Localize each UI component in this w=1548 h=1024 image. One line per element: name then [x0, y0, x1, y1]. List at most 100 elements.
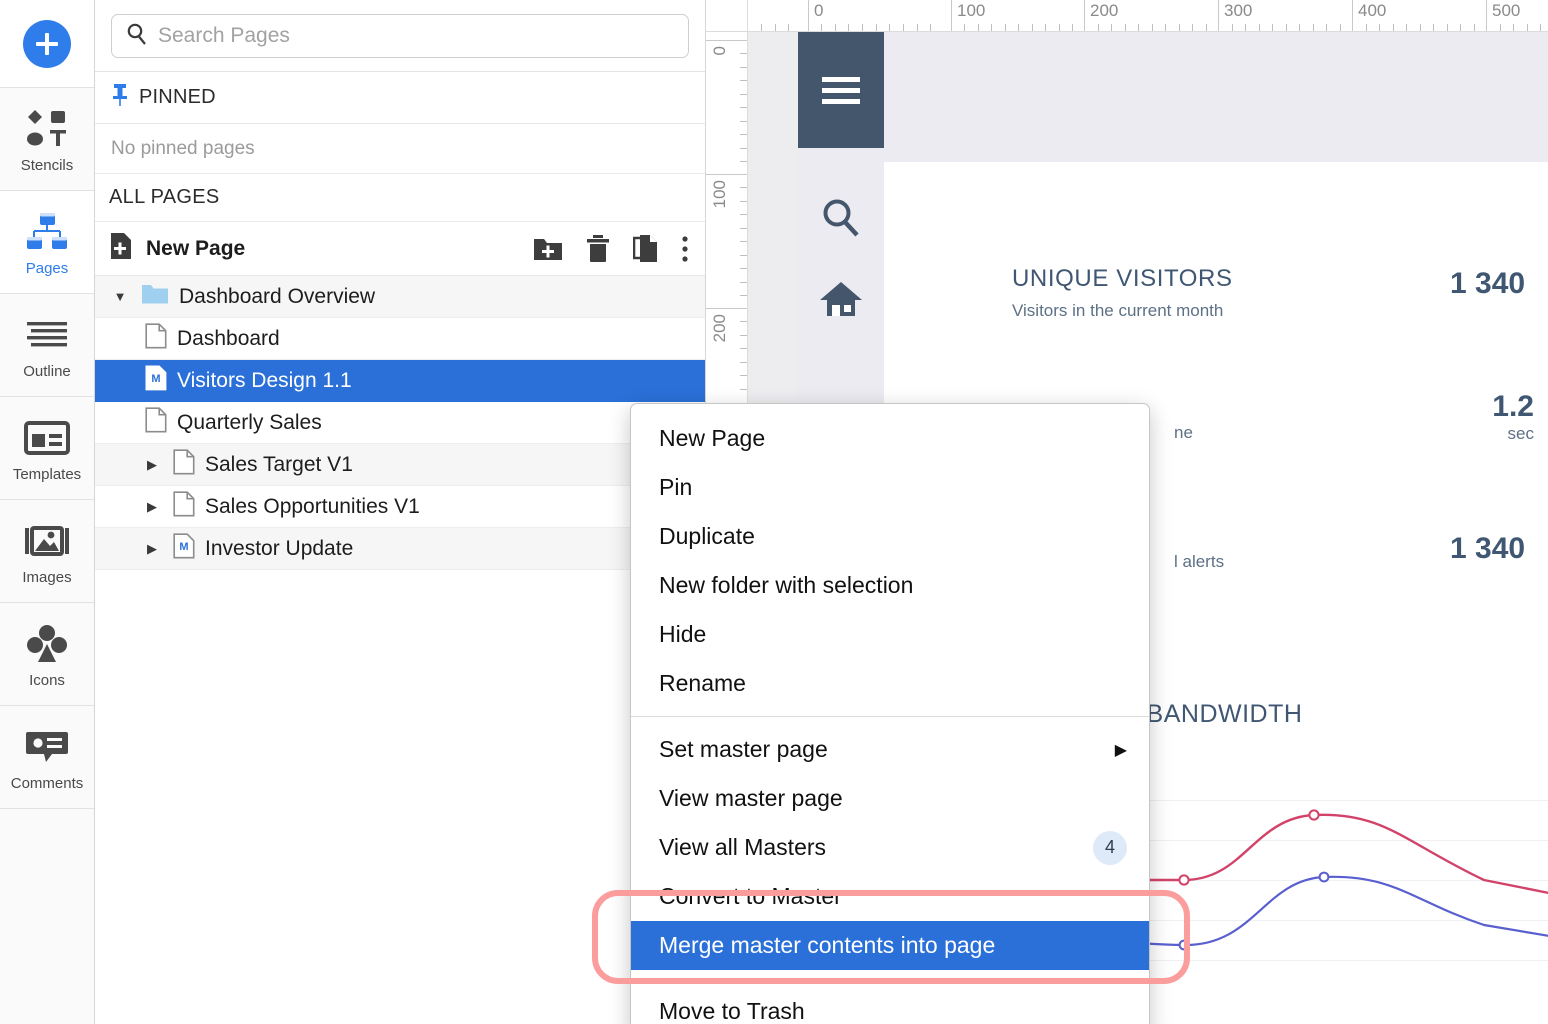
menu-item-set-master-page[interactable]: Set master page ▶ — [631, 725, 1149, 774]
search-icon — [126, 23, 148, 50]
search-box[interactable] — [111, 14, 689, 58]
rail-item-images[interactable]: Images — [0, 500, 94, 603]
search-icon[interactable] — [798, 196, 884, 240]
menu-separator — [631, 716, 1149, 717]
chevron-right-icon: ▶ — [1115, 740, 1127, 760]
menu-item-new-page[interactable]: New Page — [631, 414, 1149, 463]
menu-separator — [631, 978, 1149, 979]
tree-row-investor-update[interactable]: ▶ M Investor Update — [95, 528, 705, 570]
more-icon[interactable] — [681, 235, 689, 263]
tree-row-label: Visitors Design 1.1 — [177, 369, 352, 393]
all-pages-header: ALL PAGES — [95, 174, 705, 222]
rail-item-pages[interactable]: Pages — [0, 191, 94, 294]
hamburger-menu-button[interactable] — [798, 32, 884, 148]
ruler-h-tick: 500 — [1492, 1, 1520, 21]
chevron-right-icon[interactable]: ▶ — [141, 499, 163, 515]
tree-row-sales-opportunities[interactable]: ▶ Sales Opportunities V1 — [95, 486, 705, 528]
home-icon[interactable] — [798, 278, 884, 318]
menu-item-hide[interactable]: Hide — [631, 610, 1149, 659]
page-icon — [173, 491, 195, 523]
kpi-subtitle: Visitors in the current month — [1012, 301, 1233, 321]
master-page-icon: M — [173, 533, 195, 565]
delete-icon[interactable] — [585, 235, 611, 263]
kpi-value: 1 340 — [1450, 532, 1525, 566]
menu-item-new-folder-with-selection[interactable]: New folder with selection — [631, 561, 1149, 610]
rail-item-label: Images — [22, 570, 71, 585]
new-folder-icon[interactable] — [533, 236, 563, 262]
menu-item-label: Merge master contents into page — [659, 932, 995, 959]
templates-icon — [24, 415, 70, 461]
menu-item-view-master-page[interactable]: View master page — [631, 774, 1149, 823]
kpi-value: 1 340 — [1450, 267, 1525, 301]
menu-item-label: Pin — [659, 474, 692, 501]
hamburger-icon — [822, 71, 860, 110]
duplicate-icon[interactable] — [633, 234, 659, 264]
folder-icon — [141, 283, 169, 311]
kpi-subtitle: l alerts — [1174, 552, 1224, 572]
ruler-h-tick: 200 — [1090, 1, 1118, 21]
images-icon — [24, 518, 70, 564]
menu-item-label: Convert to Master — [659, 883, 842, 910]
ruler-h-tick: 300 — [1224, 1, 1252, 21]
menu-item-view-all-masters[interactable]: View all Masters 4 — [631, 823, 1149, 872]
kpi-unique-visitors-value: 1 340 — [1450, 267, 1525, 301]
icons-icon — [25, 621, 69, 667]
tree-row-visitors-design[interactable]: M Visitors Design 1.1 — [95, 360, 705, 402]
chevron-right-icon[interactable]: ▶ — [141, 457, 163, 473]
pinned-empty-text: No pinned pages — [95, 124, 705, 174]
tree-row-sales-target[interactable]: ▶ Sales Target V1 — [95, 444, 705, 486]
ruler-v-tick: 0 — [710, 46, 730, 55]
tree-row-dashboard[interactable]: Dashboard — [95, 318, 705, 360]
dashboard-topbar — [798, 32, 1548, 162]
menu-item-label: View all Masters — [659, 834, 826, 861]
menu-item-move-to-trash[interactable]: Move to Trash — [631, 987, 1149, 1024]
context-menu[interactable]: New Page Pin Duplicate New folder with s… — [630, 403, 1150, 1024]
chevron-down-icon[interactable]: ▼ — [109, 289, 131, 304]
pages-panel: PINNED No pinned pages ALL PAGES New Pag… — [95, 0, 706, 1024]
rail-item-comments[interactable]: Comments — [0, 706, 94, 809]
menu-item-duplicate[interactable]: Duplicate — [631, 512, 1149, 561]
menu-item-merge-master-contents-into-page[interactable]: Merge master contents into page — [631, 921, 1149, 970]
pinned-section-header: PINNED — [95, 72, 705, 124]
kpi-subtitle: ne — [1174, 423, 1193, 443]
page-icon — [145, 323, 167, 355]
ruler-h-tick: 0 — [814, 1, 823, 21]
ruler-corner — [706, 0, 748, 32]
rail-item-outline[interactable]: Outline — [0, 294, 94, 397]
kpi-title: UNIQUE VISITORS — [1012, 265, 1233, 293]
new-page-row[interactable]: New Page — [95, 222, 705, 276]
tree-row-label: Dashboard — [177, 327, 280, 351]
tree-row-dashboard-overview[interactable]: ▼ Dashboard Overview — [95, 276, 705, 318]
new-page-icon — [109, 232, 133, 265]
kpi-unique-visitors: UNIQUE VISITORS Visitors in the current … — [1012, 265, 1233, 321]
menu-item-convert-to-master[interactable]: Convert to Master — [631, 872, 1149, 921]
menu-item-label: Rename — [659, 670, 746, 697]
ruler-h-tick: 400 — [1358, 1, 1386, 21]
rail-item-templates[interactable]: Templates — [0, 397, 94, 500]
menu-item-rename[interactable]: Rename — [631, 659, 1149, 708]
tree-row-label: Sales Opportunities V1 — [205, 495, 420, 519]
app-window: Stencils Pages — [0, 0, 1548, 1024]
new-page-label: New Page — [146, 237, 245, 261]
page-tree: ▼ Dashboard Overview Dashboard — [95, 276, 705, 570]
masters-count-badge: 4 — [1093, 831, 1127, 865]
kpi-value: 1.2 — [1464, 390, 1534, 424]
tree-row-quarterly-sales[interactable]: Quarterly Sales — [95, 402, 705, 444]
menu-item-pin[interactable]: Pin — [631, 463, 1149, 512]
add-button[interactable] — [23, 20, 71, 68]
rail-item-label: Templates — [13, 467, 81, 482]
ruler-v-tick: 100 — [710, 180, 730, 208]
menu-item-label: Duplicate — [659, 523, 755, 550]
kpi-unit: sec — [1464, 424, 1534, 444]
search-input[interactable] — [158, 24, 674, 48]
master-page-icon: M — [145, 365, 167, 397]
menu-item-label: New Page — [659, 425, 765, 452]
rail-item-icons[interactable]: Icons — [0, 603, 94, 706]
pin-icon — [111, 83, 129, 113]
menu-item-label: Move to Trash — [659, 998, 805, 1024]
svg-text:M: M — [179, 541, 188, 553]
tree-row-label: Dashboard Overview — [179, 285, 375, 309]
chevron-right-icon[interactable]: ▶ — [141, 541, 163, 557]
rail-item-stencils[interactable]: Stencils — [0, 88, 94, 191]
kpi-alerts-value: 1 340 — [1450, 532, 1525, 566]
